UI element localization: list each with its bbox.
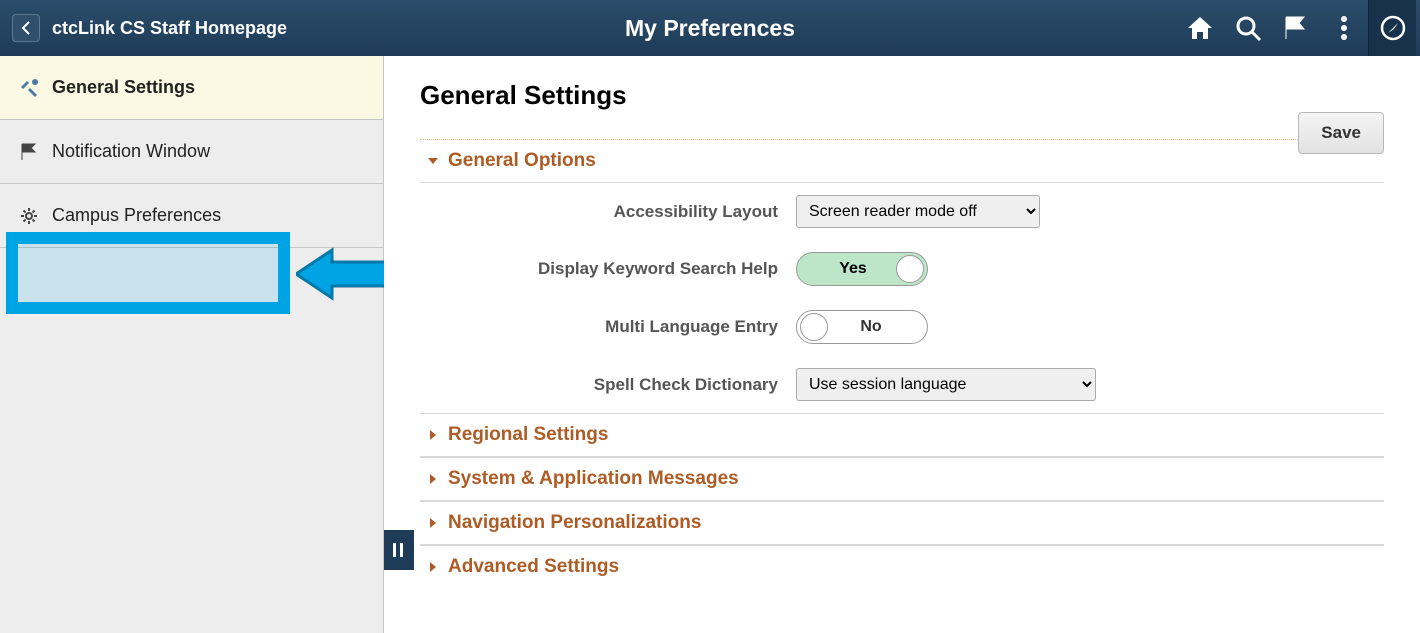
caret-right-icon <box>424 429 442 441</box>
gear-icon <box>16 207 42 225</box>
section-general-options[interactable]: General Options <box>420 139 1384 183</box>
caret-right-icon <box>424 517 442 529</box>
back-button[interactable] <box>12 14 40 42</box>
row-accessibility-layout: Accessibility Layout Screen reader mode … <box>420 183 1384 240</box>
page-title: My Preferences <box>625 15 795 42</box>
caret-right-icon <box>424 473 442 485</box>
caret-right-icon <box>424 561 442 573</box>
field-label: Spell Check Dictionary <box>420 375 796 395</box>
sidebar-item-notification-window[interactable]: Notification Window <box>0 120 383 184</box>
app-header: ctcLink CS Staff Homepage My Preferences <box>0 0 1420 56</box>
kebab-menu-icon[interactable] <box>1320 0 1368 56</box>
sidebar-item-label: Campus Preferences <box>52 205 221 226</box>
field-label: Multi Language Entry <box>420 317 796 337</box>
main-content: General Settings Save General Options Ac… <box>384 56 1420 633</box>
keyword-search-help-toggle[interactable]: Yes <box>796 252 928 286</box>
caret-down-icon <box>424 156 442 166</box>
tools-icon <box>16 77 42 99</box>
row-multi-language-entry: Multi Language Entry No <box>420 298 1384 356</box>
section-navigation-personalizations[interactable]: Navigation Personalizations <box>420 501 1384 545</box>
section-title: Advanced Settings <box>448 556 619 578</box>
search-icon[interactable] <box>1224 0 1272 56</box>
sidebar-item-label: Notification Window <box>52 141 210 162</box>
toggle-label: No <box>797 318 927 336</box>
field-label: Display Keyword Search Help <box>420 259 796 279</box>
sidebar-item-label: General Settings <box>52 77 195 98</box>
header-actions <box>1176 0 1420 56</box>
field-label: Accessibility Layout <box>420 202 796 222</box>
section-regional-settings[interactable]: Regional Settings <box>420 413 1384 457</box>
toggle-knob <box>896 255 924 283</box>
home-icon[interactable] <box>1176 0 1224 56</box>
sidebar: General Settings Notification Window Cam… <box>0 56 384 633</box>
compass-icon[interactable] <box>1368 0 1416 56</box>
accessibility-layout-select[interactable]: Screen reader mode off <box>796 195 1040 228</box>
section-title: Navigation Personalizations <box>448 512 701 534</box>
flag-icon <box>16 142 42 162</box>
sidebar-collapse-handle[interactable] <box>384 530 414 570</box>
flag-icon[interactable] <box>1272 0 1320 56</box>
row-spell-check-dictionary: Spell Check Dictionary Use session langu… <box>420 356 1384 413</box>
section-advanced-settings[interactable]: Advanced Settings <box>420 545 1384 588</box>
section-title: General Options <box>448 150 596 172</box>
save-button[interactable]: Save <box>1298 112 1384 154</box>
section-title: Regional Settings <box>448 424 608 446</box>
sidebar-item-campus-preferences[interactable]: Campus Preferences <box>0 184 383 248</box>
spell-check-dictionary-select[interactable]: Use session language <box>796 368 1096 401</box>
sidebar-item-general-settings[interactable]: General Settings <box>0 56 383 120</box>
section-system-application-messages[interactable]: System & Application Messages <box>420 457 1384 501</box>
row-keyword-search-help: Display Keyword Search Help Yes <box>420 240 1384 298</box>
multi-language-entry-toggle[interactable]: No <box>796 310 928 344</box>
content-heading: General Settings <box>420 80 1384 111</box>
section-title: System & Application Messages <box>448 468 739 490</box>
back-label[interactable]: ctcLink CS Staff Homepage <box>52 18 287 39</box>
